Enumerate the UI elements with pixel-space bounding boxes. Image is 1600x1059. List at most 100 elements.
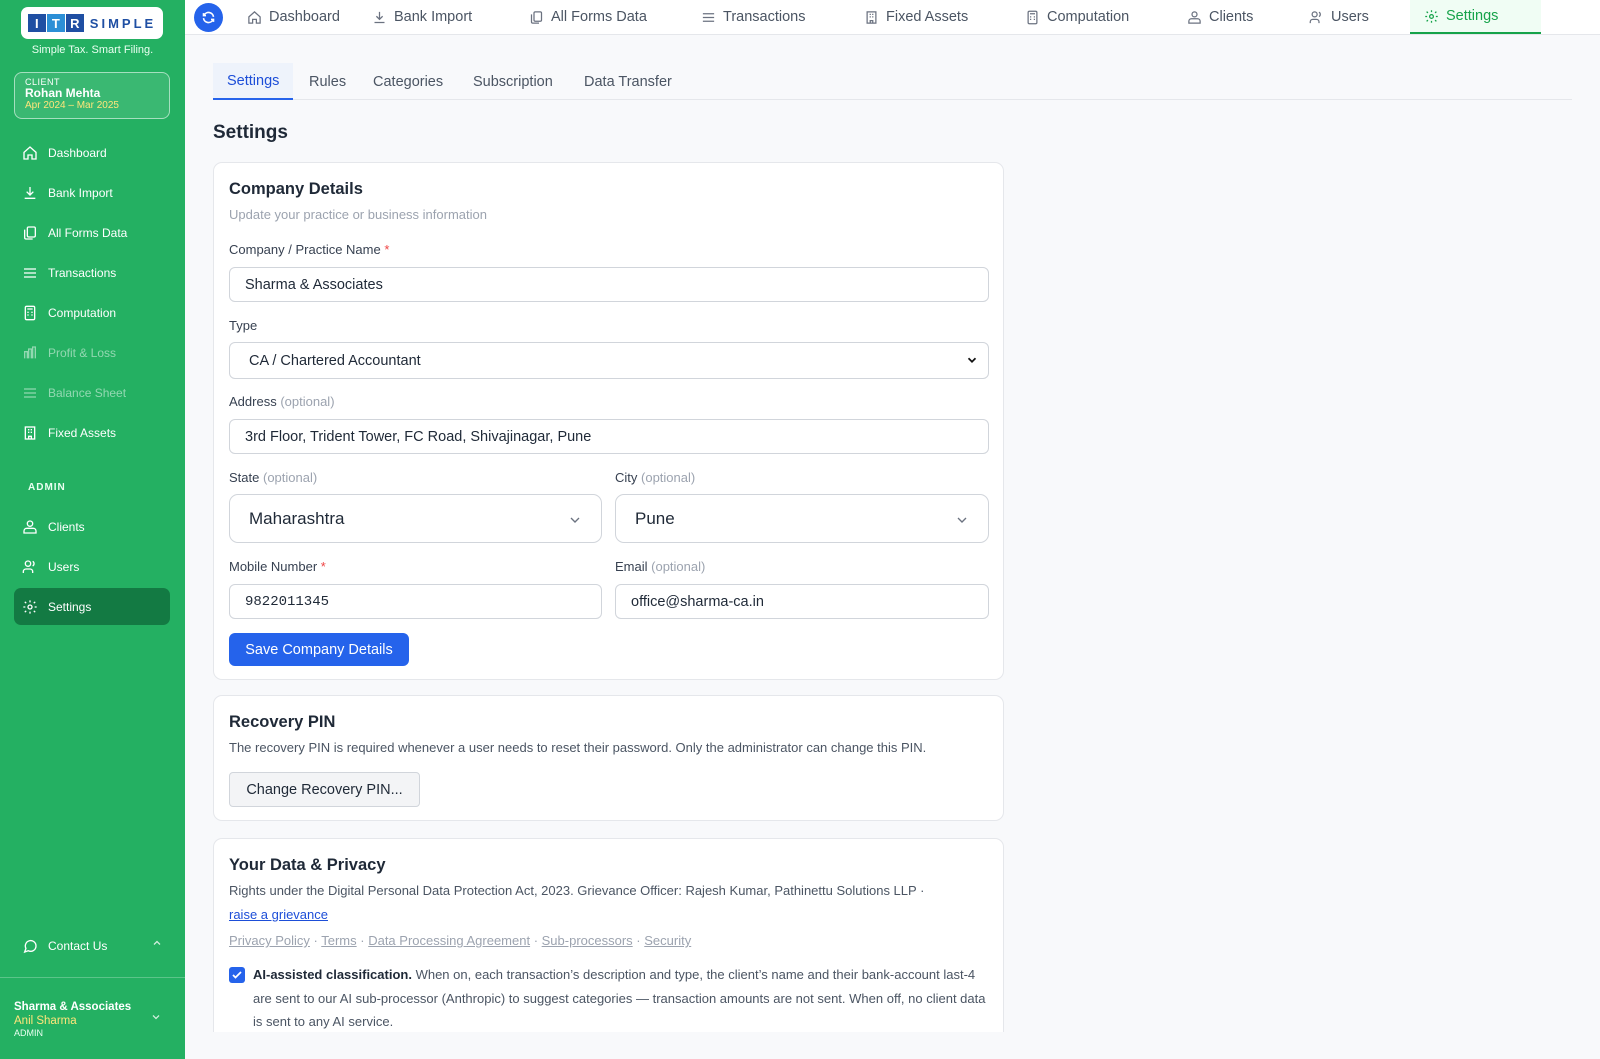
ai-classification-text: AI-assisted classification. When on, eac… [253,963,995,1032]
tab-categories[interactable]: Categories [359,63,457,100]
privacy-rights-copy: Rights under the Digital Personal Data P… [229,883,925,898]
calculator-icon [1025,10,1040,25]
documents-icon [529,10,544,25]
sidebar-item-computation[interactable]: Computation [14,294,170,331]
sidebar-item-dashboard[interactable]: Dashboard [14,134,170,171]
nav-computation[interactable]: Computation [1025,0,1129,34]
nav-users[interactable]: Users [1309,0,1369,34]
page-bottom-edge [185,1032,1600,1059]
building-icon [864,10,879,25]
recovery-pin-title: Recovery PIN [229,713,336,731]
tab-subscription[interactable]: Subscription [459,63,567,100]
gear-icon [21,598,39,616]
user-company: Sharma & Associates [14,1001,132,1013]
data-privacy-card: Your Data & Privacy Rights under the Dig… [213,838,1004,1032]
nav-clients[interactable]: Clients [1187,0,1253,34]
tab-data-transfer[interactable]: Data Transfer [570,63,686,100]
sidebar-item-fixed-assets[interactable]: Fixed Assets [14,414,170,451]
user-name: Anil Sharma [14,1015,77,1027]
sidebar-item-settings[interactable]: Settings [14,588,170,625]
sidebar-item-users[interactable]: Users [14,548,170,585]
nav-settings-label: Settings [1446,8,1499,24]
security-link[interactable]: Security [644,933,691,948]
sidebar-item-bank-import[interactable]: Bank Import [14,174,170,211]
terms-link[interactable]: Terms [321,933,356,948]
required-mark: * [384,242,390,257]
optional-hint: (optional) [641,470,696,485]
state-label: State (optional) [229,470,317,485]
nav-users-label: Users [1331,9,1369,25]
save-company-details-button[interactable]: Save Company Details [229,633,409,666]
change-recovery-pin-button[interactable]: Change Recovery PIN... [229,772,420,807]
privacy-policy-link[interactable]: Privacy Policy [229,933,310,948]
client-selector[interactable]: CLIENT Rohan Mehta Apr 2024 – Mar 2025 [14,72,170,119]
type-select-value: CA / Chartered Accountant [249,352,421,369]
home-icon [247,10,262,25]
clients-icon [1187,10,1202,25]
bar-chart-icon [21,344,39,362]
email-label-text: Email [615,559,648,574]
city-select[interactable]: Pune [615,494,989,543]
app-logo[interactable]: I T R SIMPLE [21,7,163,39]
users-icon [1309,10,1324,25]
company-name-input[interactable]: Sharma & Associates [229,267,989,302]
list-icon [701,10,716,25]
nav-dashboard[interactable]: Dashboard [247,0,340,34]
sub-processors-link[interactable]: Sub-processors [542,933,633,948]
nav-fixed-assets[interactable]: Fixed Assets [864,0,968,34]
link-separator: · [356,933,369,948]
data-privacy-title: Your Data & Privacy [229,856,386,874]
page-title: Settings [213,122,288,143]
sidebar-item-label: Fixed Assets [48,425,117,440]
dpa-link[interactable]: Data Processing Agreement [368,933,530,948]
recovery-pin-card: Recovery PIN The recovery PIN is require… [213,695,1004,821]
nav-transactions[interactable]: Transactions [701,0,805,34]
type-select[interactable]: CA / Chartered Accountant [229,342,989,379]
tab-settings[interactable]: Settings [213,63,294,100]
sidebar-item-balance-sheet[interactable]: Balance Sheet [14,374,170,411]
tab-rules[interactable]: Rules [295,63,360,100]
sidebar-item-all-forms-data[interactable]: All Forms Data [14,214,170,251]
client-period: Apr 2024 – Mar 2025 [25,100,119,111]
sidebar-item-profit-loss[interactable]: Profit & Loss [14,334,170,371]
sync-button[interactable] [194,3,223,32]
checkmark-icon [231,969,243,981]
nav-all-forms-data[interactable]: All Forms Data [529,0,647,34]
list-icon [21,264,39,282]
logo-word: SIMPLE [89,15,157,31]
city-select-value: Pune [635,508,675,528]
sidebar-item-clients[interactable]: Clients [14,508,170,545]
nav-settings[interactable]: Settings [1410,0,1541,34]
calculator-icon [21,304,39,322]
sidebar-item-label: Clients [48,519,85,534]
optional-hint: (optional) [280,394,335,409]
company-details-subtitle: Update your practice or business informa… [229,207,487,222]
ai-classification-title: AI-assisted classification. [253,967,412,982]
user-menu[interactable]: Sharma & Associates Anil Sharma ADMIN [14,1000,131,1039]
chevron-down-icon [954,512,970,533]
sidebar-item-label: Profit & Loss [48,345,117,360]
sidebar: I T R SIMPLE Simple Tax. Smart Filing. C… [0,0,185,1059]
tagline: Simple Tax. Smart Filing. [31,44,154,56]
required-mark: * [320,559,326,574]
sidebar-item-label: Balance Sheet [48,385,127,400]
admin-section-label: ADMIN [28,482,66,493]
chevron-down-icon[interactable] [150,1010,162,1028]
sidebar-item-transactions[interactable]: Transactions [14,254,170,291]
chevron-up-icon[interactable] [151,936,163,954]
address-input[interactable]: 3rd Floor, Trident Tower, FC Road, Shiva… [229,419,989,454]
mobile-input[interactable]: 9822011345 [229,584,602,619]
ai-classification-checkbox[interactable] [229,967,245,983]
client-name: Rohan Mehta [25,86,101,100]
sidebar-item-label: Computation [48,305,117,320]
optional-hint: (optional) [651,559,706,574]
chat-icon [21,937,39,955]
state-select[interactable]: Maharashtra [229,494,602,543]
nav-bank-import[interactable]: Bank Import [372,0,472,34]
contact-us-button[interactable]: Contact Us [14,927,170,964]
address-label-text: Address [229,394,277,409]
optional-hint: (optional) [262,470,318,485]
logo-letter-r: R [65,14,84,32]
email-input[interactable]: office@sharma-ca.in [615,584,989,619]
raise-grievance-link[interactable]: raise a grievance [229,907,328,922]
